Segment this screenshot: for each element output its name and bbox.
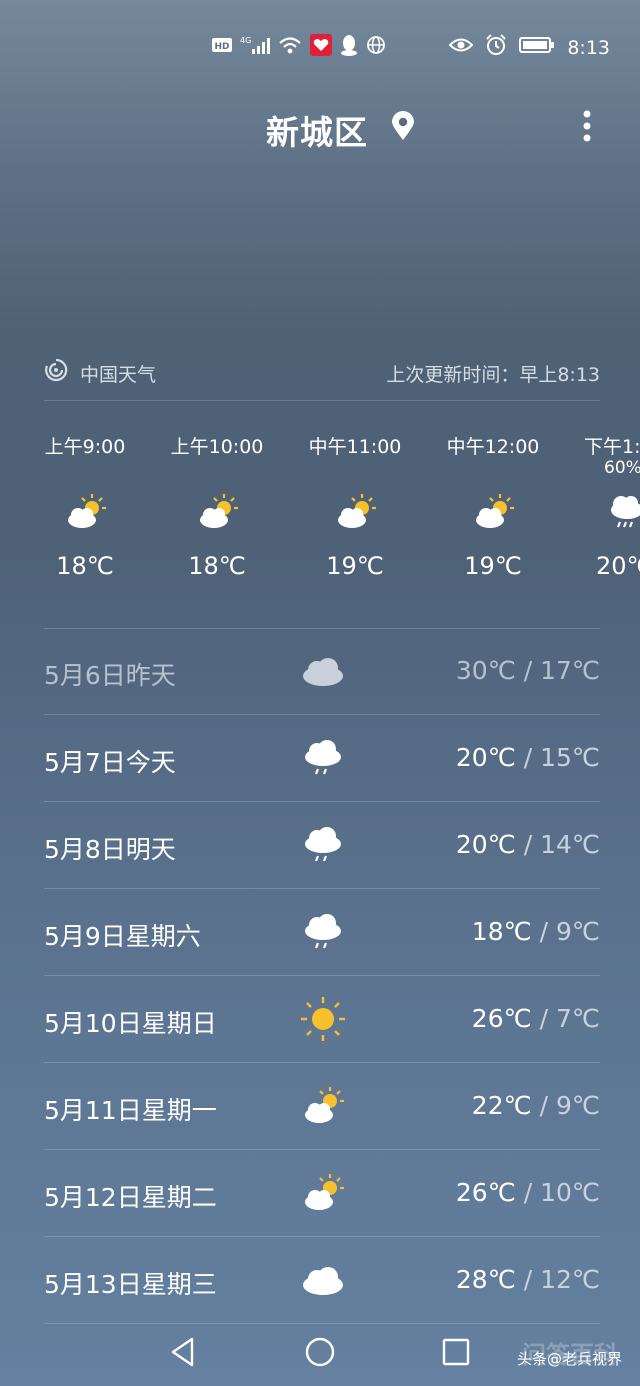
hour-precip bbox=[20, 458, 150, 480]
daily-row[interactable]: 5月8日明天 20℃ / 14℃ bbox=[44, 802, 600, 889]
wifi-icon bbox=[278, 35, 302, 59]
day-temp-range: 30℃ / 17℃ bbox=[455, 656, 600, 685]
day-temp-range: 20℃ / 15℃ bbox=[455, 743, 600, 772]
partly-sunny-icon bbox=[476, 494, 514, 528]
globe-icon bbox=[366, 35, 386, 59]
app-notification-icon bbox=[310, 34, 332, 60]
status-left-icons: HD 4G bbox=[212, 34, 386, 60]
hour-time: 上午10:00 bbox=[170, 436, 264, 458]
hour-temp: 19℃ bbox=[326, 552, 384, 580]
source-name: 中国天气 bbox=[80, 364, 157, 386]
rain-icon bbox=[305, 914, 341, 949]
day-temp-range: 26℃ / 7℃ bbox=[471, 1004, 600, 1033]
watermark: 头条@老兵视界 bbox=[516, 1350, 622, 1368]
day-temp-range: 20℃ / 14℃ bbox=[455, 830, 600, 859]
weather-source-row: 中国天气 上次更新时间：早上8:13 bbox=[44, 356, 600, 390]
partly-sunny-icon bbox=[305, 1174, 344, 1210]
day-date: 5月11日星期一 bbox=[44, 1096, 217, 1125]
day-date: 5月8日明天 bbox=[44, 835, 176, 864]
hour-time: 上午9:00 bbox=[44, 436, 126, 458]
day-date: 5月10日星期日 bbox=[44, 1009, 217, 1038]
last-updated-text: 上次更新时间：早上8:13 bbox=[386, 364, 600, 386]
back-icon[interactable] bbox=[168, 1336, 198, 1372]
rain-icon bbox=[305, 827, 341, 862]
location-pin-icon[interactable] bbox=[390, 110, 416, 146]
recents-icon[interactable] bbox=[441, 1336, 471, 1372]
china-weather-logo-icon bbox=[44, 358, 68, 387]
daily-row[interactable]: 5月9日星期六 18℃ / 9℃ bbox=[44, 889, 600, 976]
partly-sunny-icon bbox=[338, 494, 376, 528]
alarm-icon bbox=[485, 34, 507, 61]
day-temp-range: 28℃ / 12℃ bbox=[455, 1265, 600, 1294]
home-icon[interactable] bbox=[304, 1336, 336, 1372]
cloudy-icon bbox=[303, 658, 343, 686]
day-date: 5月12日星期二 bbox=[44, 1183, 217, 1212]
hour-temp: 19℃ bbox=[464, 552, 522, 580]
daily-row[interactable]: 5月12日星期二 26℃ / 10℃ bbox=[44, 1150, 600, 1237]
more-options-icon[interactable] bbox=[575, 108, 599, 148]
hourly-item: 下午1: 60% 20℃ bbox=[562, 432, 640, 580]
hour-time: 中午11:00 bbox=[308, 436, 402, 458]
hour-temp: 20℃ bbox=[596, 552, 640, 580]
rain-icon bbox=[305, 740, 341, 775]
hour-temp: 18℃ bbox=[188, 552, 246, 580]
daily-forecast: 5月6日昨天 30℃ / 17℃ 5月7日今天 20℃ / 15℃ 5月8日明天… bbox=[44, 628, 600, 1324]
daily-row[interactable]: 5月13日星期三 28℃ / 12℃ bbox=[44, 1237, 600, 1324]
day-date: 5月9日星期六 bbox=[44, 922, 201, 951]
sunny-icon bbox=[301, 997, 345, 1041]
battery-icon bbox=[519, 36, 555, 59]
hour-precip bbox=[152, 458, 282, 480]
header: 新城区 bbox=[0, 100, 640, 160]
daily-row[interactable]: 5月11日星期一 22℃ / 9℃ bbox=[44, 1063, 600, 1150]
status-bar: HD 4G 8:13 bbox=[0, 0, 640, 92]
hour-precip bbox=[290, 458, 420, 480]
status-right-icons: 8:13 bbox=[448, 34, 610, 61]
cloudy-icon bbox=[303, 1267, 343, 1295]
daily-row[interactable]: 5月10日星期日 26℃ / 7℃ bbox=[44, 976, 600, 1063]
hourly-item: 上午9:00 18℃ bbox=[20, 432, 150, 580]
cellular-signal-icon: 4G bbox=[240, 35, 270, 59]
partly-sunny-icon bbox=[68, 494, 106, 528]
day-temp-range: 18℃ / 9℃ bbox=[471, 917, 600, 946]
rain-icon bbox=[611, 496, 640, 528]
daily-row-yesterday[interactable]: 5月6日昨天 30℃ / 17℃ bbox=[44, 628, 600, 715]
hourly-item: 中午11:00 19℃ bbox=[290, 432, 420, 580]
hour-time: 下午1: bbox=[584, 436, 640, 458]
hour-precip: 60% bbox=[604, 458, 640, 478]
day-date: 5月13日星期三 bbox=[44, 1270, 217, 1299]
partly-sunny-icon bbox=[200, 494, 238, 528]
partly-sunny-icon bbox=[305, 1087, 344, 1123]
qq-icon bbox=[340, 34, 358, 60]
daily-row[interactable]: 5月7日今天 20℃ / 15℃ bbox=[44, 715, 600, 802]
city-name[interactable]: 新城区 bbox=[266, 106, 368, 154]
hour-precip bbox=[428, 458, 558, 480]
day-date: 5月7日今天 bbox=[44, 748, 176, 777]
day-temp-range: 26℃ / 10℃ bbox=[455, 1178, 600, 1207]
eye-icon bbox=[448, 36, 474, 59]
svg-text:HD: HD bbox=[214, 42, 229, 52]
divider bbox=[44, 400, 600, 401]
hour-time: 中午12:00 bbox=[446, 436, 540, 458]
hourly-item: 中午12:00 19℃ bbox=[428, 432, 558, 580]
hour-temp: 18℃ bbox=[56, 552, 114, 580]
clock-time: 8:13 bbox=[567, 36, 610, 59]
day-temp-range: 22℃ / 9℃ bbox=[471, 1091, 600, 1120]
hourly-forecast[interactable]: 上午9:00 18℃ 上午10:00 18℃ 中午11:00 19℃ 中午12:… bbox=[0, 420, 640, 620]
day-date: 5月6日昨天 bbox=[44, 661, 176, 690]
hd-icon: HD bbox=[212, 37, 232, 57]
svg-text:4G: 4G bbox=[240, 36, 251, 45]
hourly-item: 上午10:00 18℃ bbox=[152, 432, 282, 580]
